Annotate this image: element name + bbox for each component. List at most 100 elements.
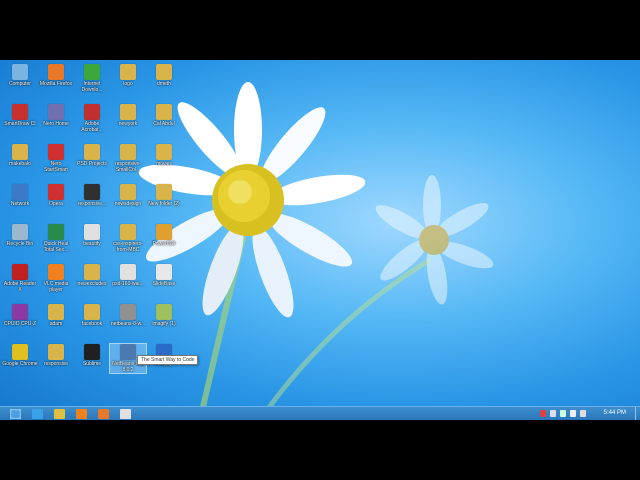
desktop-icon-label: CPUID CPU-Z (3, 321, 37, 327)
desktop-icon-label: VLC media player (43, 281, 69, 293)
desktop-icon[interactable]: css-inspirers-from-MBC (110, 224, 146, 253)
clock[interactable]: 5:44 PM (604, 410, 626, 416)
desktop-icon[interactable]: netbeans-8-w... (110, 304, 146, 327)
desktop-icon[interactable]: New folder (2) (146, 184, 182, 207)
desktop-icon[interactable]: adam (38, 304, 74, 327)
desktop-icon-label: Google Chrome (2, 361, 38, 367)
desktop-icon-label: Internet Downlo... (81, 81, 103, 93)
desktop-icon[interactable]: Recycle Bin (2, 224, 38, 247)
volume-icon[interactable] (570, 410, 576, 417)
desktop-icon[interactable]: movies (146, 144, 182, 167)
desktop-icon[interactable]: beautify (74, 224, 110, 247)
desktop-icon[interactable]: SlideBase (146, 264, 182, 287)
desktop-icon-label: movies (156, 161, 172, 167)
speaker-icon[interactable] (580, 410, 586, 417)
desktop-icon[interactable]: responsive... (74, 184, 110, 207)
desktop-icon[interactable]: Mozilla Firefox (38, 64, 74, 87)
desktop-icon[interactable]: Adobe Reader X (2, 264, 38, 293)
app-icon (84, 64, 100, 80)
app-icon (120, 304, 136, 320)
app-icon (156, 184, 172, 200)
desktop-icon[interactable]: makebalo (2, 144, 38, 167)
quick-heal-icon[interactable] (120, 409, 131, 419)
desktop-icon[interactable]: Adobe Acrobat... (74, 104, 110, 133)
desktop-icon-label: Quick Heal Total Sec... (43, 241, 69, 253)
desktop-icon[interactable]: VLC media player (38, 264, 74, 293)
desktop-icon-label: responsive... (77, 201, 107, 207)
desktop-icon[interactable]: newexcludes (74, 264, 110, 287)
desktop-icon-label: Mozilla Firefox (39, 81, 73, 87)
app-icon (156, 224, 172, 240)
desktop-icon-label: Cal Abdul (153, 121, 175, 127)
app-icon (156, 304, 172, 320)
desktop-icon[interactable]: responsive-SmallCol... (110, 144, 146, 173)
app-icon (48, 104, 64, 120)
app-icon (48, 144, 64, 160)
tooltip: The Smart Way to Code (137, 355, 199, 365)
desktop-icon-label: facebook (81, 321, 103, 327)
desktop-icon-label: Nero StartSmart (44, 161, 68, 173)
app-icon (120, 224, 136, 240)
app-icon (12, 144, 28, 160)
desktop-icon-label: beautify (83, 241, 101, 247)
app-icon (84, 344, 100, 360)
desktop-icon[interactable]: Sublime (74, 344, 110, 367)
internet-explorer-icon[interactable] (32, 409, 43, 419)
desktop-icon[interactable]: Opera (38, 184, 74, 207)
battery-icon[interactable] (560, 410, 566, 417)
app-icon (120, 64, 136, 80)
start-button[interactable] (10, 409, 21, 419)
taskbar: 5:44 PM (0, 406, 640, 420)
desktop-icon[interactable]: newyork (110, 104, 146, 127)
desktop-icon[interactable]: PSD Projects (74, 144, 110, 167)
desktop-icon-label: Network (10, 201, 30, 207)
desktop-icon[interactable]: dmeth (146, 64, 182, 87)
desktop-icon[interactable]: Nero StartSmart (38, 144, 74, 173)
desktop-icon[interactable]: CPUID CPU-Z (2, 304, 38, 327)
desktop-icon[interactable]: Google Chrome (2, 344, 38, 367)
desktop-icon-label: psd-160-wai... (112, 281, 144, 287)
desktop-icon-label: logo (123, 81, 133, 87)
app-icon (84, 104, 100, 120)
desktop-icon[interactable]: responsive (38, 344, 74, 367)
app-icon (48, 344, 64, 360)
desktop-icon-label: Opera (49, 201, 63, 207)
app-icon (48, 184, 64, 200)
vlc-icon[interactable] (76, 409, 87, 419)
desktop-icon[interactable]: logo (110, 64, 146, 87)
app-icon (84, 144, 100, 160)
desktop-icon-label: css-inspirers-from-MBC (113, 241, 143, 253)
desktop-icon[interactable]: SmartDraw CI (2, 104, 38, 127)
show-desktop-button[interactable] (635, 407, 640, 420)
file-explorer-icon[interactable] (54, 409, 65, 419)
desktop-icon[interactable]: Nero Home (38, 104, 74, 127)
network-icon[interactable] (550, 410, 556, 417)
desktop-icon-label: Adobe Reader X (3, 281, 37, 293)
desktop-icon-label: responsive (43, 361, 69, 367)
desktop-icon-label: PowerISO (152, 241, 176, 247)
app-icon (120, 184, 136, 200)
desktop-icon[interactable]: imagify (1) (146, 304, 182, 327)
desktop-icon[interactable]: Network (2, 184, 38, 207)
desktop-icon[interactable]: Computer (2, 64, 38, 87)
desktop-icon[interactable]: newsdesign (110, 184, 146, 207)
desktop-icon-label: adam (49, 321, 63, 327)
app-icon (12, 344, 28, 360)
app-icon (12, 304, 28, 320)
app-icon (48, 64, 64, 80)
desktop-icon-label: newsdesign (114, 201, 142, 207)
desktop-icon[interactable]: Cal Abdul (146, 104, 182, 127)
firefox-icon[interactable] (98, 409, 109, 419)
desktop-icon[interactable]: Internet Downlo... (74, 64, 110, 93)
app-icon (12, 184, 28, 200)
desktop-icon[interactable]: facebook (74, 304, 110, 327)
desktop-icon[interactable]: PowerISO (146, 224, 182, 247)
app-icon (156, 104, 172, 120)
app-icon (48, 224, 64, 240)
desktop-icon[interactable]: Quick Heal Total Sec... (38, 224, 74, 253)
flag-icon[interactable] (540, 410, 546, 417)
desktop-icon-label: makebalo (9, 161, 31, 167)
desktop-icon[interactable]: psd-160-wai... (110, 264, 146, 287)
desktop-icon-label: New folder (2) (148, 201, 180, 207)
app-icon (156, 264, 172, 280)
